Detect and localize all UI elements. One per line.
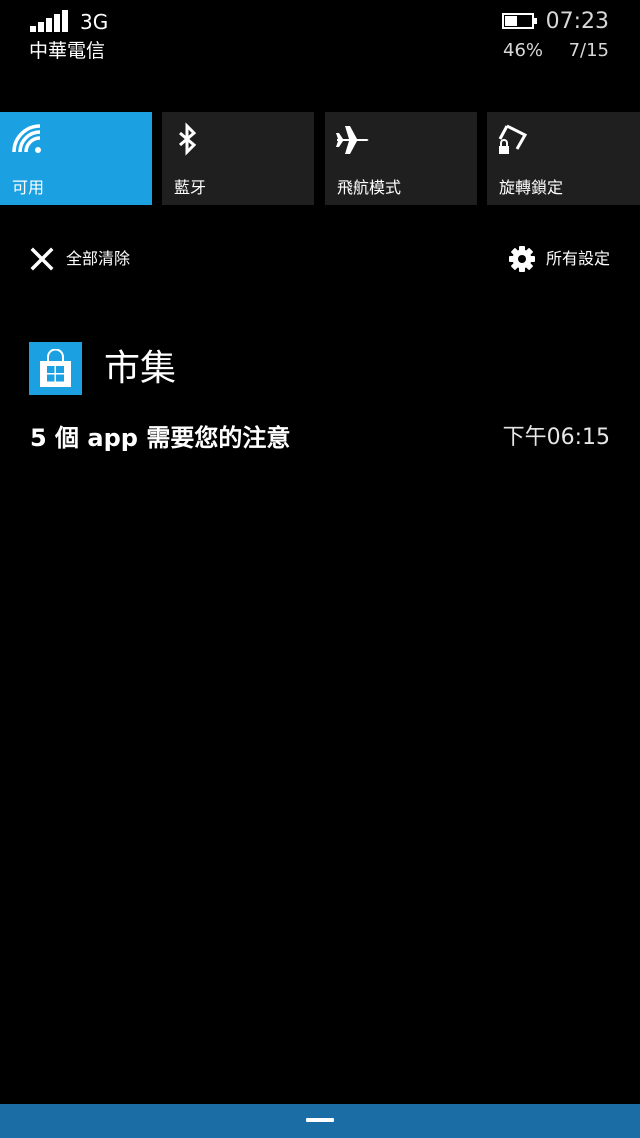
clear-all-label: 全部清除	[66, 249, 131, 268]
action-center-handle[interactable]	[0, 1104, 640, 1138]
bluetooth-icon	[172, 122, 208, 158]
notification-message: 5 個 app 需要您的注意	[30, 424, 291, 452]
store-icon	[40, 349, 71, 387]
battery-percent: 46%	[503, 40, 544, 61]
quick-action-label: 飛航模式	[337, 178, 402, 197]
app-icon	[29, 342, 82, 395]
wifi-icon	[10, 122, 46, 158]
notification-app-name: 市集	[104, 348, 177, 389]
quick-action-bluetooth[interactable]: 藍牙	[162, 112, 314, 205]
quick-action-label: 旋轉鎖定	[499, 178, 564, 197]
date: 7/15	[568, 40, 609, 61]
drag-handle-icon	[306, 1118, 334, 1122]
battery-fill	[505, 16, 517, 26]
quick-action-label: 藍牙	[174, 178, 207, 197]
signal-strength-icon	[30, 10, 70, 32]
battery-icon	[502, 13, 538, 29]
all-settings-button[interactable]: 所有設定	[508, 245, 610, 273]
gear-icon	[508, 245, 536, 273]
notification-item[interactable]: 市集 5 個 app 需要您的注意 下午06:15	[0, 342, 640, 462]
quick-action-rotation-lock[interactable]: 旋轉鎖定	[487, 112, 640, 205]
network-type: 3G	[80, 10, 109, 34]
notification-time: 下午06:15	[502, 425, 610, 450]
quick-action-wifi[interactable]: 可用	[0, 112, 152, 205]
quick-actions: 可用 藍牙 飛航模式 旋轉鎖定	[0, 112, 640, 205]
quick-action-label: 可用	[12, 178, 45, 197]
all-settings-label: 所有設定	[545, 249, 610, 268]
airplane-icon	[335, 122, 371, 158]
carrier-name: 中華電信	[29, 40, 106, 62]
quick-action-airplane-mode[interactable]: 飛航模式	[325, 112, 477, 205]
status-bar: 3G 中華電信 07:23 46% 7/15	[0, 0, 640, 70]
clock: 07:23	[545, 9, 609, 34]
rotation-lock-icon	[497, 122, 533, 158]
clear-all-button[interactable]: 全部清除	[30, 246, 130, 272]
close-icon	[30, 247, 54, 271]
